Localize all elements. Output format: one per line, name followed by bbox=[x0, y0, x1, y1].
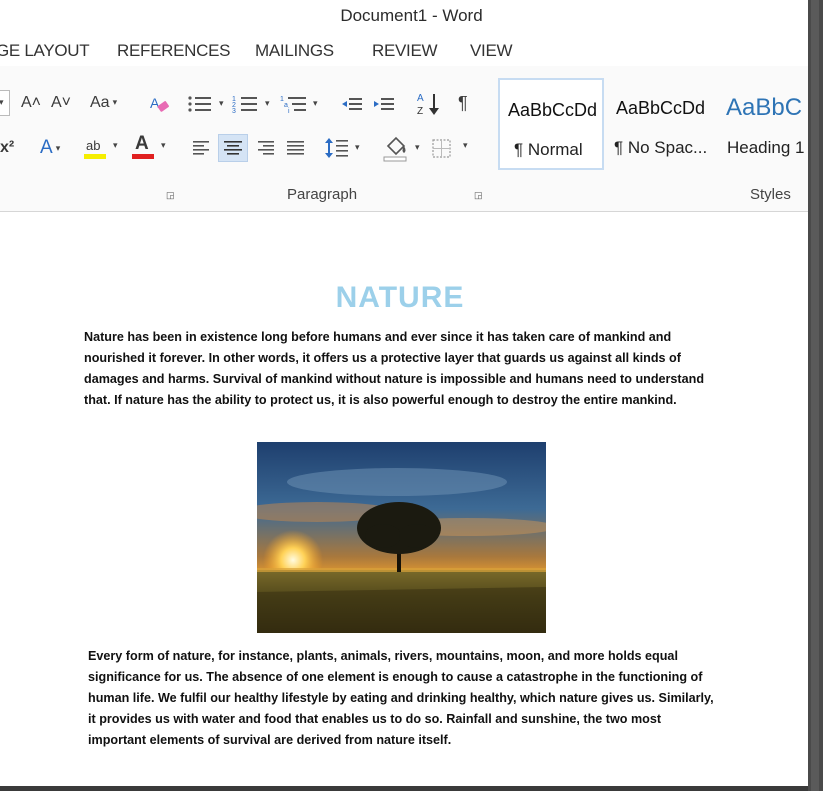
ribbon: ▾ A˄ A˅ Aa ▾ A ▾ 1 2 3 ▾ 1 a i ▾ A Z ¶ x… bbox=[0, 66, 808, 212]
chevron-down-icon: ▾ bbox=[0, 97, 4, 107]
highlight-button[interactable]: ab ▾ bbox=[84, 134, 126, 164]
borders-button[interactable]: ▾ bbox=[430, 136, 474, 162]
tab-references[interactable]: REFERENCES bbox=[117, 41, 230, 61]
paragraph-1: Nature has been in existence long before… bbox=[84, 330, 705, 407]
increase-indent-icon bbox=[374, 98, 394, 110]
vertical-scrollbar[interactable] bbox=[808, 0, 823, 791]
decrease-indent-button[interactable] bbox=[340, 92, 364, 116]
highlight-color-bar bbox=[84, 154, 106, 159]
bullets-button[interactable]: ▾ bbox=[186, 92, 228, 116]
style-no-spacing[interactable]: AaBbCcDd ¶ No Spac... bbox=[608, 78, 720, 170]
clear-formatting-icon: A bbox=[150, 95, 169, 112]
change-case-button[interactable]: Aa ▾ bbox=[90, 93, 117, 114]
svg-text:i: i bbox=[288, 108, 290, 115]
svg-text:3: 3 bbox=[232, 108, 236, 115]
nature-image[interactable] bbox=[257, 442, 546, 633]
svg-text:A: A bbox=[417, 93, 424, 104]
font-color-label: A bbox=[135, 133, 149, 154]
grow-font-button[interactable]: A˄ bbox=[21, 93, 41, 113]
svg-text:A: A bbox=[150, 95, 160, 111]
style-sample: AaBbC bbox=[726, 94, 803, 121]
text-effects-button[interactable]: A ▾ bbox=[40, 138, 60, 160]
chevron-down-icon: ▾ bbox=[55, 143, 61, 153]
superscript-button[interactable]: x² bbox=[0, 138, 14, 158]
align-left-icon bbox=[193, 141, 209, 155]
font-color-button[interactable]: A ▾ bbox=[132, 134, 172, 164]
chevron-down-icon: ▾ bbox=[313, 98, 318, 108]
tab-mailings[interactable]: MAILINGS bbox=[255, 41, 334, 61]
shading-button[interactable]: ▾ bbox=[382, 132, 426, 162]
font-color-bar bbox=[132, 154, 154, 159]
shading-bucket-icon bbox=[383, 136, 407, 162]
text-effects-label: A bbox=[40, 137, 53, 158]
styles-group-label: Styles bbox=[750, 186, 791, 203]
multilevel-list-icon: 1 a i bbox=[280, 96, 306, 115]
justify-icon bbox=[287, 141, 304, 155]
font-dialog-launcher-icon[interactable]: ◲ bbox=[166, 190, 175, 201]
chevron-down-icon: ▾ bbox=[161, 140, 166, 150]
font-size-dropdown[interactable]: ▾ bbox=[0, 90, 10, 116]
sunset-tree-image bbox=[257, 442, 546, 633]
bottom-edge bbox=[0, 786, 808, 791]
change-case-label: Aa bbox=[90, 94, 110, 111]
paragraph-dialog-launcher-icon[interactable]: ◲ bbox=[474, 190, 483, 201]
chevron-down-icon: ▾ bbox=[219, 98, 224, 108]
numbering-button[interactable]: 1 2 3 ▾ bbox=[232, 92, 274, 116]
align-left-button[interactable] bbox=[190, 136, 214, 160]
style-name: ¶ Normal bbox=[514, 140, 583, 159]
bullets-icon bbox=[188, 96, 211, 112]
chevron-down-icon: ▾ bbox=[113, 140, 118, 150]
paragraph-2: Every form of nature, for instance, plan… bbox=[88, 649, 714, 747]
align-center-button[interactable] bbox=[218, 134, 248, 162]
styles-gallery: AaBbCcDd ¶ Normal AaBbCcDd ¶ No Spac... … bbox=[498, 78, 818, 170]
align-right-button[interactable] bbox=[254, 136, 278, 160]
svg-text:Z: Z bbox=[417, 106, 423, 117]
chevron-down-icon: ▾ bbox=[355, 142, 360, 152]
justify-button[interactable] bbox=[284, 136, 308, 160]
chevron-down-icon: ▾ bbox=[265, 98, 270, 108]
sort-az-icon: A Z bbox=[417, 93, 439, 117]
style-heading-1[interactable]: AaBbC Heading 1 bbox=[720, 78, 818, 170]
style-sample: AaBbCcDd bbox=[616, 98, 706, 118]
sort-button[interactable]: A Z bbox=[416, 90, 442, 118]
numbering-icon: 1 2 3 bbox=[232, 96, 257, 115]
align-center-icon bbox=[224, 141, 242, 155]
multilevel-list-button[interactable]: 1 a i ▾ bbox=[280, 92, 322, 116]
style-name: ¶ No Spac... bbox=[614, 138, 708, 157]
borders-icon bbox=[432, 139, 451, 158]
shrink-font-button[interactable]: A˅ bbox=[51, 93, 71, 113]
chevron-down-icon: ▾ bbox=[415, 142, 420, 152]
window-title: Document1 - Word bbox=[340, 6, 483, 25]
paragraph-group-label: Paragraph bbox=[287, 186, 358, 203]
align-right-icon bbox=[258, 141, 274, 155]
document-page[interactable]: NATURE Nature has been in existence long… bbox=[0, 213, 808, 791]
chevron-down-icon: ▾ bbox=[463, 140, 468, 150]
line-spacing-icon bbox=[325, 138, 348, 158]
style-name: Heading 1 bbox=[727, 138, 805, 157]
ribbon-tabs: GE LAYOUT REFERENCES MAILINGS REVIEW VIE… bbox=[0, 34, 808, 66]
increase-indent-button[interactable] bbox=[372, 92, 396, 116]
show-formatting-button[interactable]: ¶ bbox=[458, 93, 468, 113]
tab-review[interactable]: REVIEW bbox=[372, 41, 438, 61]
tab-view[interactable]: VIEW bbox=[470, 41, 513, 61]
tab-page-layout[interactable]: GE LAYOUT bbox=[0, 41, 90, 61]
title-bar: Document1 - Word bbox=[0, 0, 808, 34]
clear-formatting-button[interactable]: A bbox=[148, 92, 172, 116]
line-spacing-button[interactable]: ▾ bbox=[324, 134, 364, 162]
scrollbar-track[interactable] bbox=[811, 0, 819, 791]
style-normal[interactable]: AaBbCcDd ¶ Normal bbox=[498, 78, 604, 170]
document-title: NATURE bbox=[335, 281, 465, 314]
style-sample: AaBbCcDd bbox=[508, 100, 598, 120]
decrease-indent-icon bbox=[342, 98, 362, 110]
highlight-label: ab bbox=[86, 138, 101, 153]
chevron-down-icon: ▾ bbox=[112, 97, 118, 107]
